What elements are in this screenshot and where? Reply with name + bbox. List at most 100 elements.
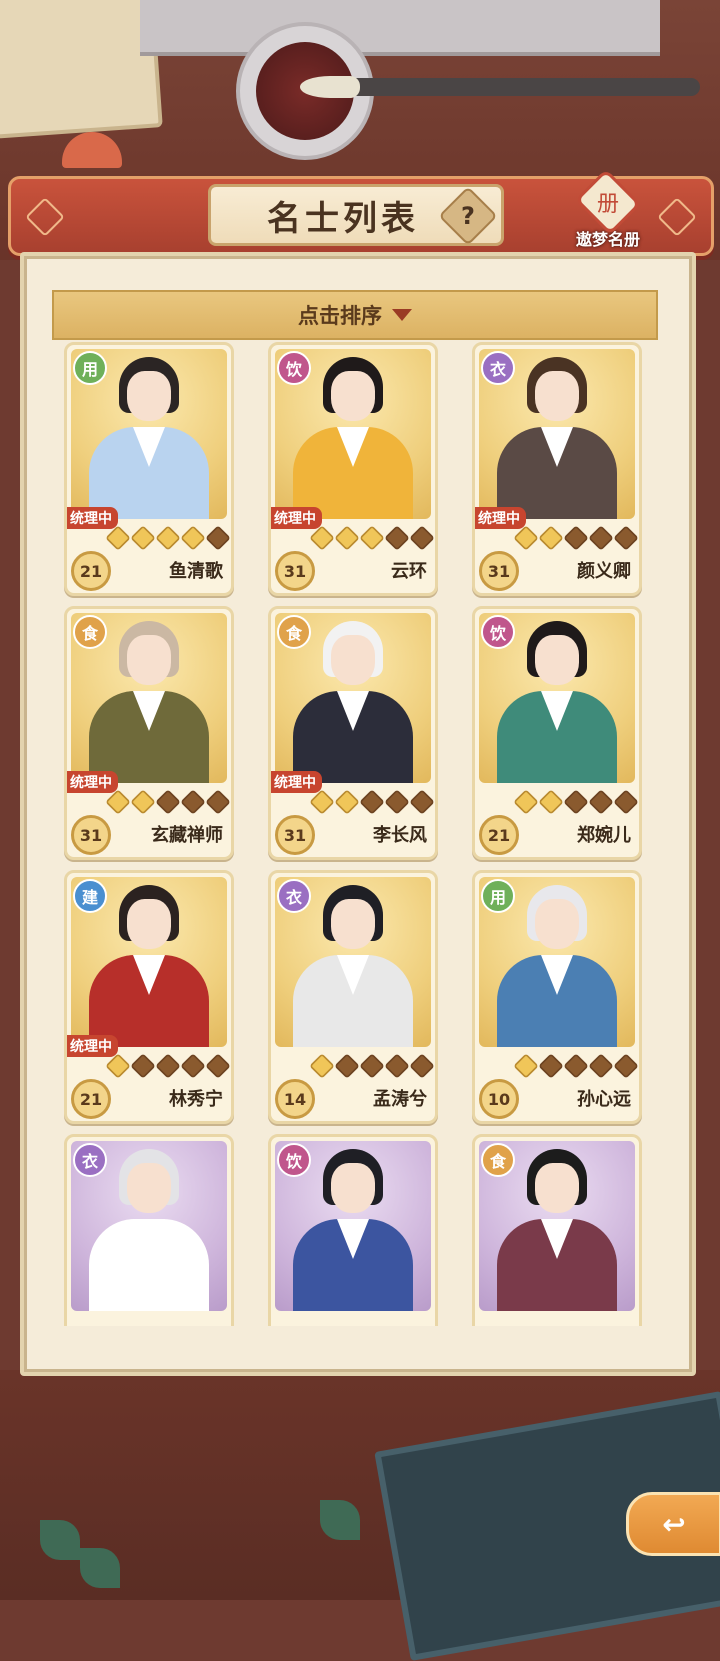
star-filled-icon bbox=[155, 525, 181, 551]
star-filled-icon bbox=[359, 525, 385, 551]
character-card[interactable]: 衣统理中 31 颜义卿 bbox=[472, 342, 642, 596]
character-grid[interactable]: 用统理中 21 鱼清歌饮统理中 31 云环衣统理中 31 颜义卿食统理中 31 玄藏禅师食统理中… bbox=[52, 340, 652, 1326]
star-empty-icon bbox=[384, 1053, 410, 1079]
star-filled-icon bbox=[130, 525, 156, 551]
type-badge: 用 bbox=[481, 879, 515, 913]
question-icon: ? bbox=[461, 201, 475, 230]
portrait-face bbox=[331, 1163, 375, 1213]
portrait-face bbox=[535, 371, 579, 421]
character-name: 林秀宁 bbox=[169, 1089, 223, 1110]
portrait-face bbox=[331, 899, 375, 949]
level-badge: 14 bbox=[275, 1079, 315, 1119]
character-name: 颜义卿 bbox=[577, 561, 631, 582]
level-badge: 31 bbox=[479, 551, 519, 591]
star-filled-icon bbox=[334, 789, 360, 815]
character-card[interactable]: 食 bbox=[472, 1134, 642, 1326]
character-card[interactable]: 衣 bbox=[64, 1134, 234, 1326]
star-rating bbox=[105, 525, 231, 551]
star-empty-icon bbox=[180, 789, 206, 815]
banner-ornament-icon bbox=[25, 197, 65, 237]
portrait-face bbox=[127, 899, 171, 949]
decor-book bbox=[0, 0, 163, 139]
character-card[interactable]: 衣 14 孟涛兮 bbox=[268, 870, 438, 1124]
portrait-face bbox=[535, 899, 579, 949]
sort-label: 点击排序 bbox=[298, 304, 382, 328]
type-badge: 衣 bbox=[481, 351, 515, 385]
decor-leaf bbox=[80, 1548, 120, 1588]
star-empty-icon bbox=[384, 525, 410, 551]
type-badge: 食 bbox=[277, 615, 311, 649]
star-empty-icon bbox=[563, 789, 589, 815]
star-filled-icon bbox=[180, 525, 206, 551]
star-empty-icon bbox=[563, 1053, 589, 1079]
banner-ornament-icon bbox=[657, 197, 697, 237]
star-empty-icon bbox=[130, 1053, 156, 1079]
title-plate: 名士列表 ? bbox=[208, 184, 504, 246]
return-arrow-icon: ↩ bbox=[662, 1507, 686, 1541]
status-tag: 统理中 bbox=[67, 1035, 118, 1057]
decor-scroll bbox=[140, 0, 660, 56]
star-empty-icon bbox=[409, 525, 435, 551]
character-card[interactable]: 饮统理中 31 云环 bbox=[268, 342, 438, 596]
character-name: 李长风 bbox=[373, 825, 427, 846]
star-empty-icon bbox=[359, 1053, 385, 1079]
star-empty-icon bbox=[205, 525, 231, 551]
star-filled-icon bbox=[309, 1053, 335, 1079]
portrait-face bbox=[535, 1163, 579, 1213]
type-badge: 建 bbox=[73, 879, 107, 913]
star-rating bbox=[105, 789, 231, 815]
character-card[interactable]: 用 10 孙心远 bbox=[472, 870, 642, 1124]
star-filled-icon bbox=[105, 789, 131, 815]
portrait-face bbox=[127, 1163, 171, 1213]
star-empty-icon bbox=[155, 1053, 181, 1079]
star-filled-icon bbox=[130, 789, 156, 815]
character-card[interactable]: 饮 21 郑婉儿 bbox=[472, 606, 642, 860]
decor-brush bbox=[320, 78, 700, 96]
star-filled-icon bbox=[105, 525, 131, 551]
portrait-face bbox=[331, 635, 375, 685]
star-filled-icon bbox=[309, 789, 335, 815]
character-name: 云环 bbox=[391, 561, 427, 582]
star-rating bbox=[105, 1053, 231, 1079]
status-tag: 统理中 bbox=[271, 771, 322, 793]
star-empty-icon bbox=[409, 1053, 435, 1079]
star-empty-icon bbox=[359, 789, 385, 815]
level-badge: 10 bbox=[479, 1079, 519, 1119]
status-tag: 统理中 bbox=[475, 507, 526, 529]
dream-book-button[interactable]: 册 遨梦名册 bbox=[568, 168, 648, 250]
character-card[interactable]: 建统理中 21 林秀宁 bbox=[64, 870, 234, 1124]
sort-button[interactable]: 点击排序 bbox=[52, 290, 658, 340]
level-badge: 21 bbox=[479, 815, 519, 855]
character-card[interactable]: 用统理中 21 鱼清歌 bbox=[64, 342, 234, 596]
star-rating bbox=[513, 1053, 639, 1079]
star-empty-icon bbox=[334, 1053, 360, 1079]
star-rating bbox=[513, 525, 639, 551]
star-filled-icon bbox=[513, 789, 539, 815]
star-empty-icon bbox=[563, 525, 589, 551]
character-card[interactable]: 食统理中 31 玄藏禅师 bbox=[64, 606, 234, 860]
star-filled-icon bbox=[309, 525, 335, 551]
type-badge: 用 bbox=[73, 351, 107, 385]
status-tag: 统理中 bbox=[271, 507, 322, 529]
character-card[interactable]: 食统理中 31 李长风 bbox=[268, 606, 438, 860]
level-badge: 21 bbox=[71, 1079, 111, 1119]
back-button[interactable]: ↩ bbox=[626, 1492, 720, 1556]
star-empty-icon bbox=[384, 789, 410, 815]
star-filled-icon bbox=[513, 1053, 539, 1079]
type-badge: 食 bbox=[481, 1143, 515, 1177]
star-filled-icon bbox=[334, 525, 360, 551]
type-badge: 饮 bbox=[277, 1143, 311, 1177]
star-empty-icon bbox=[155, 789, 181, 815]
help-button[interactable]: ? bbox=[438, 186, 498, 246]
star-filled-icon bbox=[538, 525, 564, 551]
star-rating bbox=[513, 789, 639, 815]
status-tag: 统理中 bbox=[67, 771, 118, 793]
star-empty-icon bbox=[409, 789, 435, 815]
star-rating bbox=[309, 525, 435, 551]
status-tag: 统理中 bbox=[67, 507, 118, 529]
type-badge: 衣 bbox=[73, 1143, 107, 1177]
star-empty-icon bbox=[613, 1053, 639, 1079]
character-card[interactable]: 饮 bbox=[268, 1134, 438, 1326]
portrait-face bbox=[331, 371, 375, 421]
star-empty-icon bbox=[588, 789, 614, 815]
